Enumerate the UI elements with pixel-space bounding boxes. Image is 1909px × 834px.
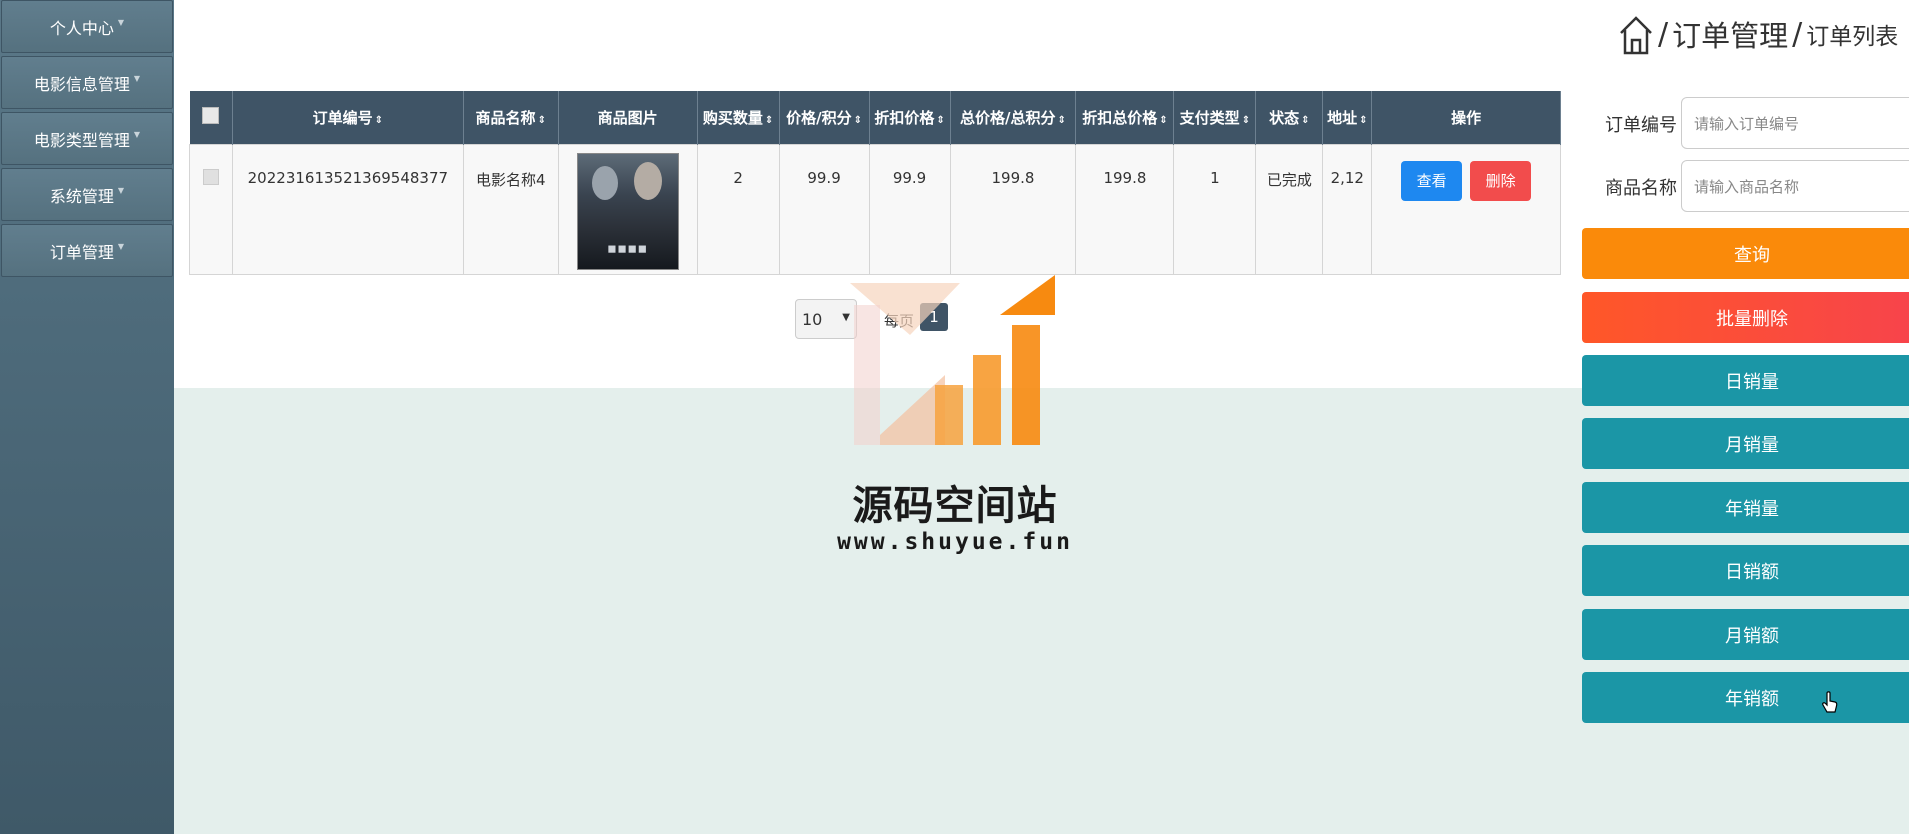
sort-icon: ⇕ bbox=[936, 114, 945, 126]
caret-down-icon: ▼ bbox=[133, 74, 141, 83]
page-size-select[interactable]: 10 ▼ bbox=[795, 299, 857, 339]
column-header-discount-price[interactable]: 折扣价格 ⇕ bbox=[869, 91, 951, 144]
column-header-discount-total[interactable]: 折扣总价格 ⇕ bbox=[1075, 91, 1175, 144]
sort-icon: ⇕ bbox=[1301, 114, 1310, 126]
column-header-address[interactable]: 地址 ⇕ bbox=[1322, 91, 1373, 144]
cell-status: 已完成 bbox=[1255, 143, 1324, 275]
column-header-status[interactable]: 状态 ⇕ bbox=[1255, 91, 1324, 144]
monthly-sales-amount-button[interactable]: 月销额 bbox=[1582, 609, 1909, 660]
sidebar-item-label: 系统管理 bbox=[49, 186, 114, 206]
cell-discount-price: 99.9 bbox=[868, 143, 951, 275]
table-row: 20223161352136954837​7 电影名称4 ◼◼◼◼ 2 99.9… bbox=[189, 143, 1561, 275]
sort-icon: ⇕ bbox=[853, 114, 862, 126]
watermark-title: 源码空间站 bbox=[852, 483, 1058, 529]
breadcrumb-separator: / bbox=[1658, 16, 1669, 52]
sort-icon: ⇕ bbox=[1359, 114, 1368, 126]
product-name-input[interactable]: 请输入商品名称 bbox=[1681, 160, 1909, 212]
caret-down-icon: ▼ bbox=[133, 130, 141, 139]
cell-quantity: 2 bbox=[696, 143, 780, 275]
sidebar-item-label: 电影信息管理 bbox=[33, 74, 130, 94]
cell-product-name: 电影名称4 bbox=[462, 143, 559, 275]
sort-icon: ⇕ bbox=[764, 114, 774, 126]
cell-address: 2,12 bbox=[1322, 143, 1373, 275]
sort-icon: ⇕ bbox=[1159, 114, 1168, 126]
breadcrumb-order-list: 订单列表 bbox=[1806, 24, 1899, 50]
column-header-total-price[interactable]: 总价格/总积分 ⇕ bbox=[950, 91, 1077, 144]
sort-icon: ⇕ bbox=[1241, 114, 1251, 126]
sidebar-item-movie-type[interactable]: 电影类型管理 ▼ bbox=[1, 112, 173, 165]
sidebar-item-orders[interactable]: 订单管理 ▼ bbox=[1, 224, 173, 277]
cell-price: 99.9 bbox=[778, 143, 870, 275]
column-header-order-no[interactable]: 订单编号 ⇕ bbox=[232, 91, 464, 144]
sidebar-item-label: 个人中心 bbox=[49, 18, 114, 38]
breadcrumb-separator: / bbox=[1792, 16, 1803, 52]
orders-table: 订单编号 ⇕ 商品名称 ⇕ 商品图片 购买数量 ⇕ 价格/积分 ⇕ 折扣价格 ⇕ 总价格/… bbox=[189, 91, 1561, 275]
order-no-input[interactable]: 请输入订单编号 bbox=[1681, 97, 1909, 149]
table-header-row: 订单编号 ⇕ 商品名称 ⇕ 商品图片 购买数量 ⇕ 价格/积分 ⇕ 折扣价格 ⇕ 总价格/… bbox=[189, 91, 1561, 144]
sidebar-item-label: 订单管理 bbox=[49, 242, 114, 262]
cell-pay-type: 1 bbox=[1173, 143, 1257, 275]
column-header-price[interactable]: 价格/积分 ⇕ bbox=[779, 91, 870, 144]
cell-discount-total: 199.8 bbox=[1075, 143, 1175, 275]
column-header-quantity[interactable]: 购买数量 ⇕ bbox=[697, 91, 780, 144]
sidebar-item-system[interactable]: 系统管理 ▼ bbox=[1, 168, 173, 221]
daily-sales-volume-button[interactable]: 日销量 bbox=[1582, 355, 1909, 406]
breadcrumb: / 订单管理 / 订单列表 bbox=[1618, 12, 1898, 56]
chevron-down-icon: ▼ bbox=[842, 312, 850, 323]
watermark-url: www.shuyue.fun bbox=[837, 529, 1073, 555]
sort-icon: ⇕ bbox=[374, 114, 384, 126]
delete-button[interactable]: 删除 bbox=[1470, 160, 1532, 201]
caret-down-icon: ▼ bbox=[117, 18, 125, 27]
caret-down-icon: ▼ bbox=[117, 186, 125, 195]
column-header-product-image: 商品图片 bbox=[558, 91, 698, 144]
column-header-product-name[interactable]: 商品名称 ⇕ bbox=[463, 91, 559, 144]
yearly-sales-volume-button[interactable]: 年销量 bbox=[1582, 482, 1909, 533]
sort-icon: ⇕ bbox=[1057, 114, 1066, 126]
monthly-sales-volume-button[interactable]: 月销量 bbox=[1582, 418, 1909, 469]
cell-product-image: ◼◼◼◼ bbox=[557, 143, 698, 275]
caret-down-icon: ▼ bbox=[117, 242, 125, 251]
column-header-actions: 操作 bbox=[1371, 91, 1561, 144]
cell-total-price: 199.8 bbox=[949, 143, 1077, 275]
row-checkbox[interactable] bbox=[202, 168, 219, 185]
hand-cursor-icon bbox=[1822, 691, 1838, 713]
breadcrumb-order-management[interactable]: 订单管理 bbox=[1672, 13, 1788, 55]
sidebar-item-personal-center[interactable]: 个人中心 ▼ bbox=[1, 0, 173, 53]
view-button[interactable]: 查看 bbox=[1401, 160, 1463, 201]
product-name-label: 商品名称 bbox=[1605, 178, 1677, 199]
home-icon[interactable] bbox=[1618, 13, 1654, 55]
cell-order-no: 20223161352136954837​7 bbox=[231, 143, 464, 275]
order-no-label: 订单编号 bbox=[1605, 115, 1677, 136]
product-poster-image[interactable]: ◼◼◼◼ bbox=[576, 152, 679, 270]
sidebar: 个人中心 ▼ 电影信息管理 ▼ 电影类型管理 ▼ 系统管理 ▼ 订单管理 ▼ bbox=[0, 0, 174, 834]
sidebar-item-label: 电影类型管理 bbox=[33, 130, 130, 150]
batch-delete-button[interactable]: 批量删除 bbox=[1582, 292, 1909, 343]
cell-actions: 查看 删除 bbox=[1371, 143, 1561, 275]
select-all-header bbox=[189, 91, 233, 144]
query-button[interactable]: 查询 bbox=[1582, 228, 1909, 279]
column-header-pay-type[interactable]: 支付类型 ⇕ bbox=[1173, 91, 1257, 144]
yearly-sales-amount-button[interactable]: 年销额 bbox=[1582, 672, 1909, 723]
row-select-cell bbox=[189, 143, 233, 275]
daily-sales-amount-button[interactable]: 日销额 bbox=[1582, 545, 1909, 596]
sort-icon: ⇕ bbox=[537, 114, 546, 126]
watermark-logo bbox=[850, 275, 1055, 445]
sidebar-item-movie-info[interactable]: 电影信息管理 ▼ bbox=[1, 56, 173, 109]
select-all-checkbox[interactable] bbox=[202, 106, 220, 124]
